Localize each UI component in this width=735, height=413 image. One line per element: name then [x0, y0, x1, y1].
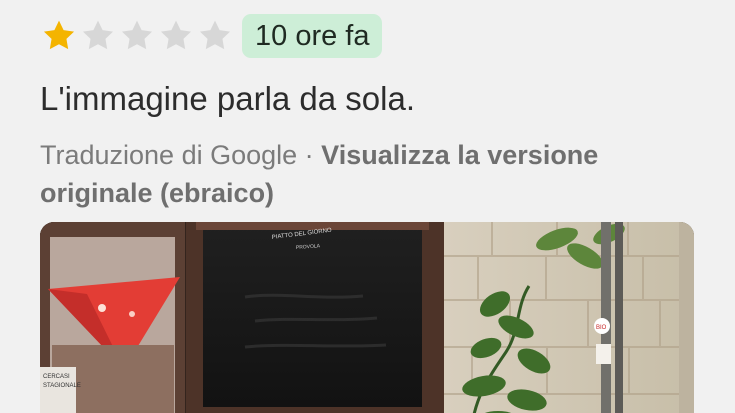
- star-empty-icon: [118, 17, 156, 55]
- review-time-badge: 10 ore fa: [242, 14, 383, 58]
- review-text: L'immagine parla da sola.: [40, 80, 416, 117]
- star-empty-icon: [79, 17, 117, 55]
- translation-source: Traduzione di Google: [40, 140, 298, 170]
- review-photo[interactable]: CERCASI STAGIONALE PIATTO DEL GIORNO PRO…: [40, 222, 694, 413]
- star-empty-icon: [157, 17, 195, 55]
- svg-text:STAGIONALE: STAGIONALE: [43, 383, 81, 389]
- review-card: 10 ore fa L'immagine parla da sola. Trad…: [0, 0, 735, 413]
- star-empty-icon: [196, 17, 234, 55]
- separator: ·: [297, 140, 322, 170]
- svg-text:CERCASI: CERCASI: [43, 374, 70, 380]
- translation-notice: Traduzione di Google · Visualizza la ver…: [40, 136, 690, 212]
- svg-text:BIO: BIO: [596, 325, 607, 331]
- star-rating: [40, 12, 235, 60]
- star-filled-icon: [40, 17, 78, 55]
- rating-row: 10 ore fa: [40, 12, 383, 60]
